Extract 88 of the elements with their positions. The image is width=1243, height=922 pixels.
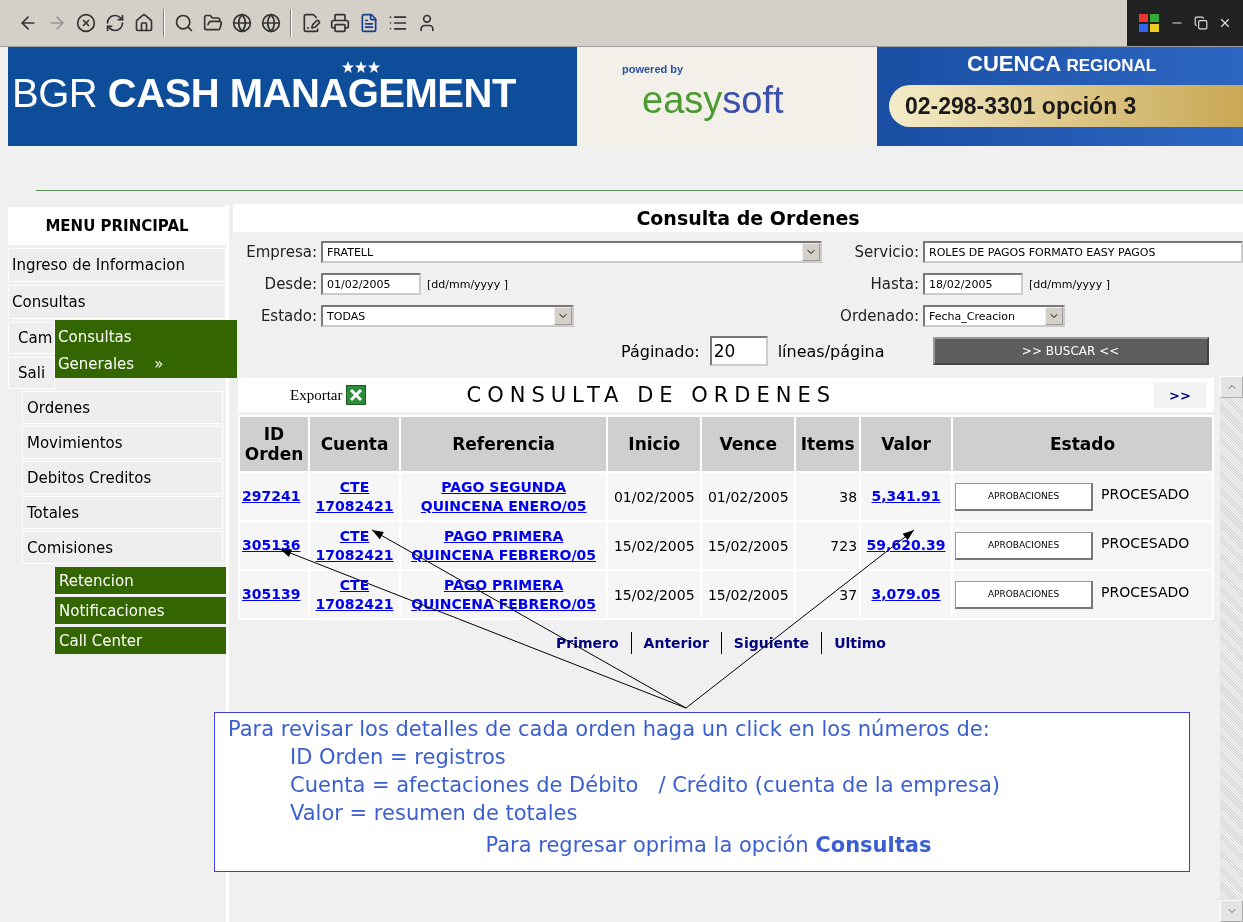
field-label: Hasta: [869,275,919,293]
menu-item[interactable]: Sali [8,357,55,389]
menu-item[interactable]: Ingreso de Informacion [8,248,226,282]
home-icon[interactable] [134,13,154,33]
export-link[interactable]: Exportar [290,385,367,405]
menu-item[interactable]: Cam [8,322,55,354]
format-hint: [dd/mm/yyyy ] [427,277,508,291]
globe-icon[interactable] [261,13,281,33]
folder-icon[interactable] [203,13,223,33]
status-text: PROCESADO [1101,584,1190,600]
search-icon[interactable] [174,13,194,33]
callout-text: Para revisar los detalles de cada orden haga un click en los números de: [228,716,991,743]
table-cell: 723 [796,522,860,569]
submenu-item[interactable]: Notificaciones [55,597,226,624]
list-icon[interactable] [388,13,408,33]
submenu-item[interactable]: Totales [22,496,223,529]
phone-number: 02-298-3301 opción 3 [889,85,1243,127]
results-title: CONSULTA DE ORDENES [466,383,837,407]
menu-title: MENU PRINCIPAL [8,207,226,245]
callout-footer: Para regresar oprima la opción Consultas [228,833,1189,857]
pagination-link[interactable]: Ultimo [821,632,898,654]
field-label: Empresa: [245,243,317,261]
paging-label: Páginado: [621,341,700,361]
submenu-item[interactable]: Movimientos [22,426,223,459]
submenu-item[interactable]: Comisiones [22,531,223,564]
dropdown[interactable]: Fecha_Creacion [923,305,1065,327]
callout-text: ID Orden = registros [289,744,507,771]
document-icon[interactable] [359,13,379,33]
column-header: Estado [953,417,1212,471]
powered-by-text: powered by [622,63,685,75]
approvals-button[interactable]: APROBACIONES [955,531,1093,560]
globe-icon[interactable] [232,13,252,33]
table-cell: 15/02/2005 [702,571,795,618]
search-button[interactable]: >> BUSCAR << [932,337,1209,365]
region-title: CUENCA REGIONAL [967,51,1158,77]
input-field[interactable]: 20 [709,336,768,366]
field-label: Servicio: [853,243,919,261]
approvals-button[interactable]: APROBACIONES [955,580,1093,609]
field-label: Desde: [263,275,317,293]
format-hint: [dd/mm/yyyy ] [1029,277,1110,291]
column-header: Inicio [608,417,701,471]
close-icon[interactable] [1218,16,1232,30]
table-cell: 01/02/2005 [608,473,701,520]
pagination-link[interactable]: Anterior [630,632,721,654]
table-cell: 38 [796,473,860,520]
column-header: Cuenta [310,417,400,471]
column-header: Vence [702,417,795,471]
refresh-icon[interactable] [105,13,125,33]
edit-icon[interactable] [301,13,321,33]
status-text: PROCESADO [1101,486,1190,502]
table-cell: 37 [796,571,860,618]
table-cell: 15/02/2005 [608,571,701,618]
input-field[interactable]: 18/02/2005 [923,273,1023,295]
column-header: Items [796,417,860,471]
callout-text: Valor = resumen de totales [289,800,579,827]
windows-logo-icon [1138,13,1160,33]
user-icon[interactable] [417,13,437,33]
input-field[interactable]: 01/02/2005 [321,273,421,295]
column-header: Referencia [401,417,607,471]
dropdown[interactable]: TODAS [321,305,574,327]
status-text: PROCESADO [1101,535,1190,551]
page-title: Consulta de Ordenes [233,204,1243,232]
brand-logo: easysoft [642,79,785,122]
table-cell: 15/02/2005 [702,522,795,569]
stars-icon [342,61,380,75]
submenu-item[interactable]: Retencion [55,567,226,594]
callout-text: Cuenta = afectaciones de Débito / Crédito (cuenta de la empresa) [289,772,1002,799]
submenu-item[interactable]: Call Center [55,627,226,654]
table-cell: 01/02/2005 [702,473,795,520]
field-label: Estado: [259,307,317,325]
printer-icon[interactable] [330,13,350,33]
table-cell: 15/02/2005 [608,522,701,569]
input-field[interactable]: ROLES DE PAGOS FORMATO EASY PAGOS [923,241,1243,263]
submenu-item[interactable]: Ordenes [22,391,223,424]
approvals-button[interactable]: APROBACIONES [955,482,1093,511]
paging-unit: líneas/página [777,341,885,361]
spreadsheet-icon [346,385,367,405]
submenu-item[interactable]: Debitos Creditos [22,461,223,494]
flyout-menu[interactable]: Consultas Generales » [55,320,237,378]
menu-item[interactable]: Consultas [8,285,226,319]
next-link[interactable]: >> [1154,382,1206,408]
dropdown[interactable]: FRATELL [321,241,822,263]
stop-icon[interactable] [76,13,96,33]
restore-icon[interactable] [1194,16,1208,30]
column-header: Valor [861,417,951,471]
field-label: Ordenado: [839,307,919,325]
column-header: ID Orden [240,417,309,471]
app-title: BGR CASH MANAGEMENT [12,71,517,116]
